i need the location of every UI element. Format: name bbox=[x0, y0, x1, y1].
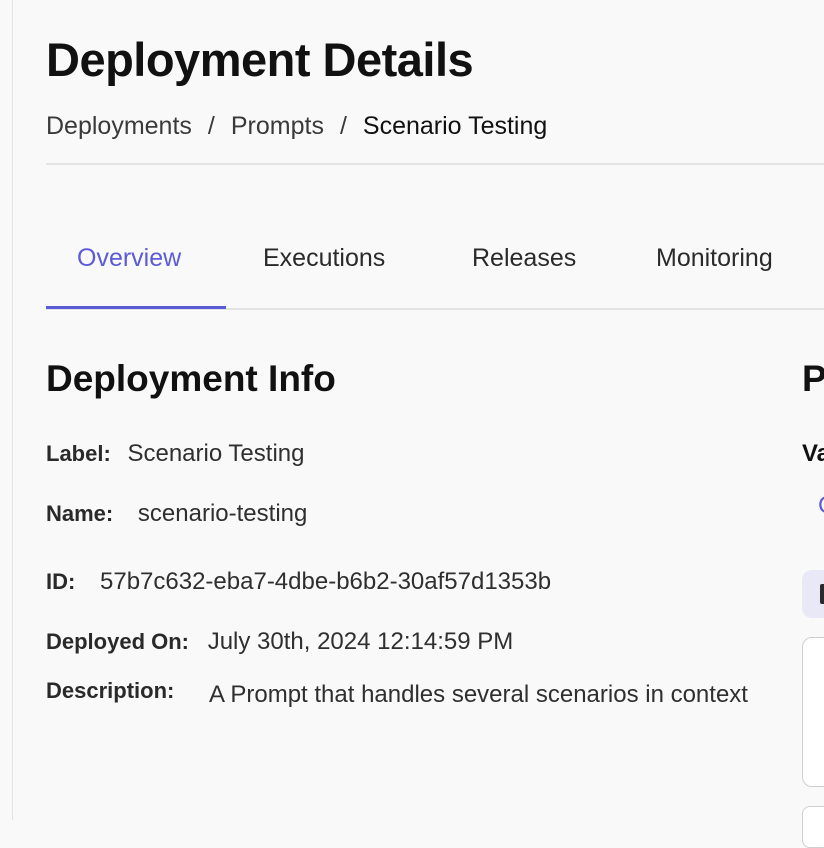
right-panel-card-secondary bbox=[802, 806, 824, 848]
tab-releases[interactable]: Releases bbox=[472, 244, 576, 273]
tab-bar: Overview Executions Releases Monitoring bbox=[46, 228, 824, 310]
label-value: Scenario Testing bbox=[127, 440, 305, 467]
right-panel-title: P bbox=[802, 358, 824, 399]
breadcrumb-separator: / bbox=[339, 112, 347, 140]
active-tab-indicator bbox=[46, 306, 226, 309]
name-value: scenario-testing bbox=[137, 500, 308, 527]
breadcrumb-item-current: Scenario Testing bbox=[362, 112, 548, 140]
info-row-label: Label: Scenario Testing bbox=[46, 440, 304, 468]
info-row-id: ID: 57b7c632-eba7-4dbe-b6b2-30af57d1353b bbox=[46, 568, 551, 596]
id-value: 57b7c632-eba7-4dbe-b6b2-30af57d1353b bbox=[100, 568, 552, 595]
right-panel-badge[interactable] bbox=[802, 570, 824, 618]
deployed-on-key: Deployed On: bbox=[46, 629, 190, 654]
breadcrumb: Deployments / Prompts / Scenario Testing bbox=[46, 112, 547, 141]
badge-icon bbox=[820, 584, 824, 604]
breadcrumb-item-prompts[interactable]: Prompts bbox=[231, 112, 324, 140]
tab-overview[interactable]: Overview bbox=[77, 244, 181, 273]
right-panel-link[interactable]: C bbox=[818, 492, 824, 520]
breadcrumb-separator: / bbox=[207, 112, 215, 140]
header-divider bbox=[46, 163, 824, 165]
breadcrumb-item-deployments[interactable]: Deployments bbox=[46, 112, 192, 140]
right-panel-subtitle: Va bbox=[802, 440, 824, 467]
info-row-name: Name: scenario-testing bbox=[46, 500, 307, 528]
deployed-on-value: July 30th, 2024 12:14:59 PM bbox=[207, 628, 514, 655]
deployment-info-title: Deployment Info bbox=[46, 358, 336, 399]
right-panel-card bbox=[802, 637, 824, 787]
name-key: Name: bbox=[46, 501, 114, 526]
description-value: A Prompt that handles several scenarios … bbox=[209, 681, 748, 708]
info-row-deployed-on: Deployed On: July 30th, 2024 12:14:59 PM bbox=[46, 628, 513, 656]
id-key: ID: bbox=[46, 569, 76, 594]
label-key: Label: bbox=[46, 441, 111, 466]
tab-executions[interactable]: Executions bbox=[263, 244, 385, 273]
left-border bbox=[12, 0, 13, 820]
page-title: Deployment Details bbox=[46, 33, 474, 86]
description-key: Description: bbox=[46, 678, 175, 703]
tab-monitoring[interactable]: Monitoring bbox=[656, 244, 773, 273]
